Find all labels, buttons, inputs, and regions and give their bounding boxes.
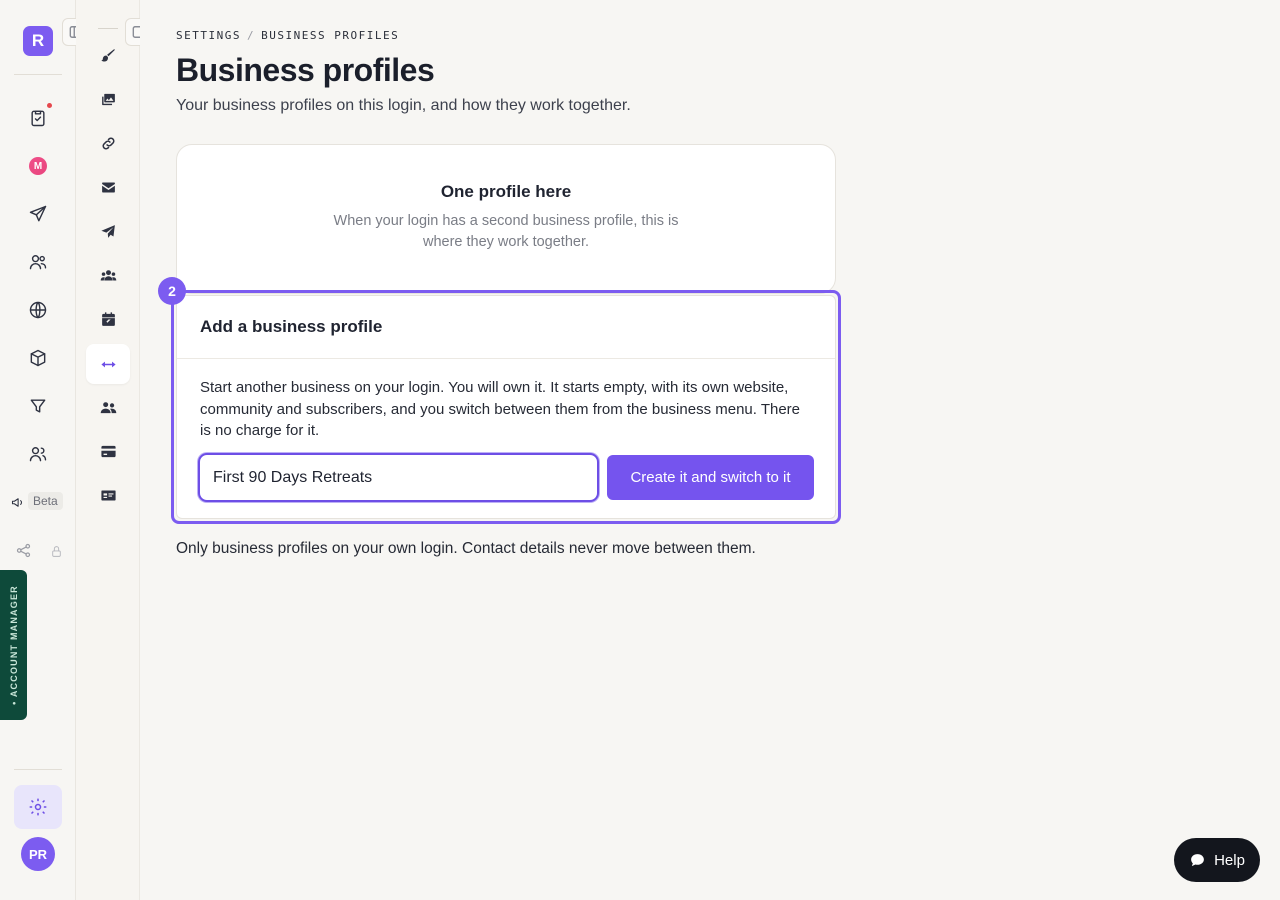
megaphone-icon[interactable] <box>6 490 28 514</box>
breadcrumb-separator: / <box>246 29 256 42</box>
settings-icon <box>29 798 47 816</box>
arrows-horizontal-icon[interactable] <box>86 344 130 384</box>
notification-dot <box>47 103 52 108</box>
credit-card-icon[interactable] <box>86 431 130 471</box>
filter-icon[interactable] <box>26 394 50 418</box>
account-manager-tab[interactable]: • ACCOUNT MANAGER <box>0 570 27 720</box>
footnote: Only business profiles on your own login… <box>176 540 756 557</box>
divider <box>14 74 62 75</box>
single-profile-body: When your login has a second business pr… <box>333 213 679 250</box>
users-icon[interactable] <box>26 442 50 466</box>
avatar[interactable]: PR <box>21 837 55 871</box>
send-icon[interactable] <box>26 202 50 226</box>
breadcrumb-settings[interactable]: SETTINGS <box>176 29 241 42</box>
divider <box>98 28 118 29</box>
single-profile-title: One profile here <box>440 182 572 201</box>
globe-icon[interactable] <box>26 298 50 322</box>
team-icon[interactable] <box>86 255 130 295</box>
beta-badge: Beta <box>28 492 63 510</box>
envelope-icon[interactable] <box>86 167 130 207</box>
calendar-icon[interactable] <box>86 299 130 339</box>
divider <box>14 769 62 770</box>
id-card-icon[interactable] <box>86 475 130 515</box>
primary-rail: R M Beta • ACCOUNT MANAGER PR <box>0 0 76 900</box>
page-title: Business profiles <box>176 52 435 88</box>
link-icon[interactable] <box>86 123 130 163</box>
workspace-logo[interactable]: R <box>23 26 53 56</box>
settings-button[interactable] <box>14 785 62 829</box>
main-content: SETTINGS / BUSINESS PROFILES Business prof… <box>140 0 1280 900</box>
m-app-icon[interactable]: M <box>29 157 47 175</box>
chat-bubble-icon <box>1191 853 1204 866</box>
page-subtitle: Your business profiles on this login, an… <box>176 97 631 114</box>
single-profile-card: One profile here When your login has a s… <box>176 144 836 294</box>
share-icon[interactable] <box>12 538 34 562</box>
brush-icon[interactable] <box>86 35 130 75</box>
tutorial-highlight <box>171 290 841 524</box>
breadcrumb: SETTINGS / BUSINESS PROFILES <box>176 29 399 42</box>
images-icon[interactable] <box>86 79 130 119</box>
box-icon[interactable] <box>26 346 50 370</box>
tasks-icon[interactable] <box>26 106 50 130</box>
lock-icon <box>45 539 67 563</box>
account-manager-label: • ACCOUNT MANAGER <box>8 585 19 705</box>
paper-plane-icon[interactable] <box>86 211 130 251</box>
help-button[interactable]: Help <box>1174 838 1260 882</box>
help-label: Help <box>1214 851 1245 869</box>
step-badge: 2 <box>158 277 186 305</box>
breadcrumb-current: BUSINESS PROFILES <box>261 29 400 42</box>
people-icon[interactable] <box>86 387 130 427</box>
contacts-icon[interactable] <box>26 250 50 274</box>
settings-subnav <box>76 0 140 900</box>
